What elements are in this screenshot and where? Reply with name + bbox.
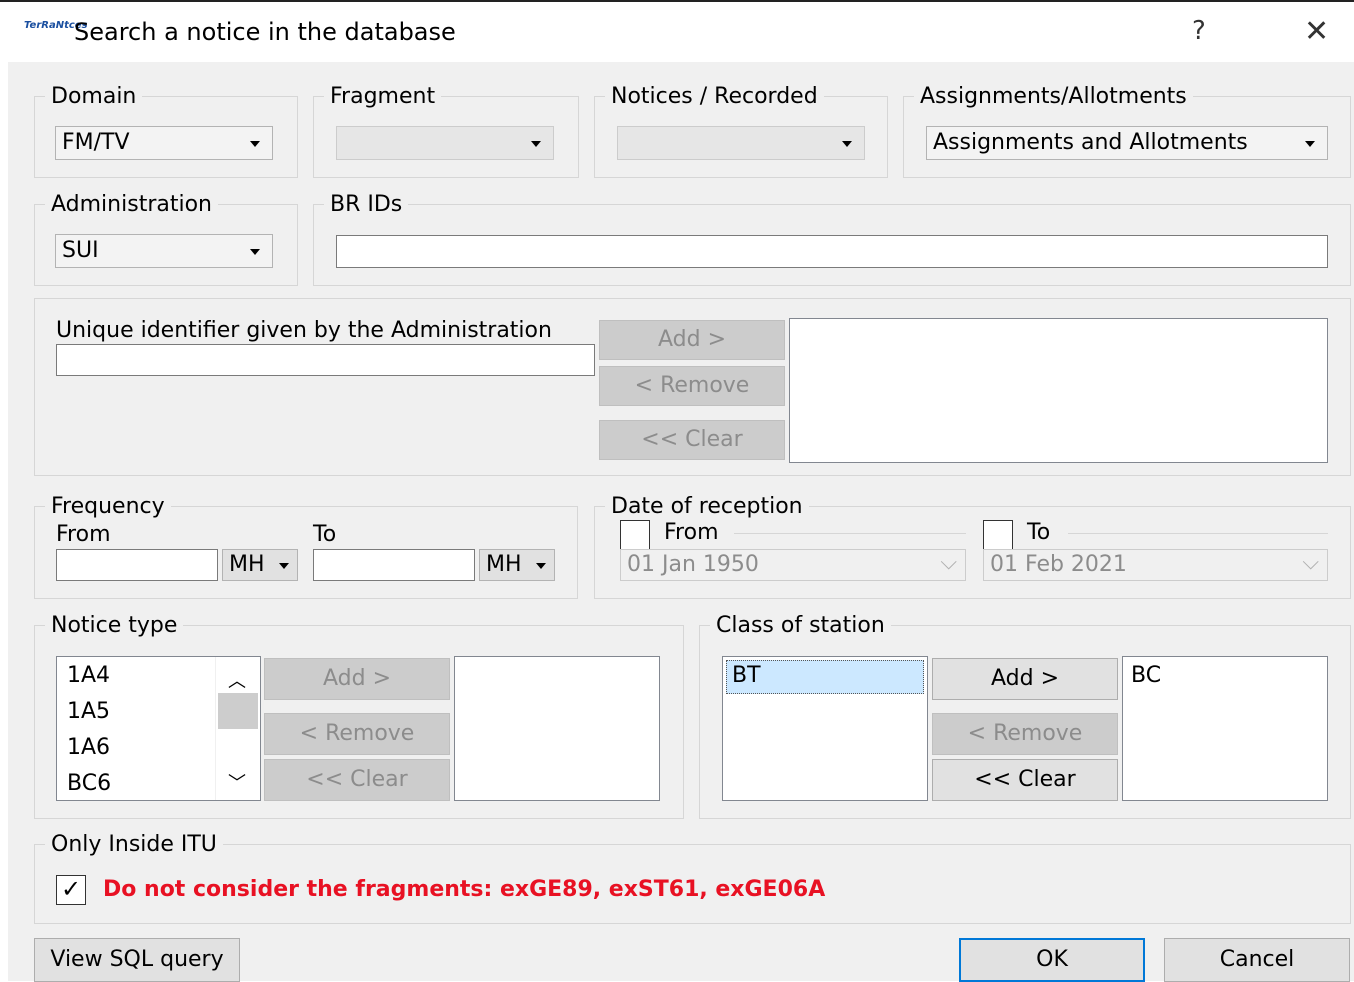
frequency-to-unit: MH bbox=[486, 552, 522, 577]
close-button[interactable]: ✕ bbox=[1304, 14, 1329, 49]
date-from-label: From bbox=[664, 520, 719, 545]
app-icon: TerRaNtces bbox=[24, 20, 88, 31]
dialog-body: Domain FM/TV Fragment Notices / Recorded… bbox=[8, 62, 1354, 982]
scrollbar-thumb[interactable] bbox=[218, 693, 258, 729]
chevron-down-icon bbox=[531, 141, 541, 147]
chevron-down-icon bbox=[536, 563, 546, 569]
notice-type-legend: Notice type bbox=[51, 613, 178, 638]
chevron-up-icon[interactable]: ︿ bbox=[228, 667, 246, 693]
ok-button[interactable]: OK bbox=[959, 938, 1145, 982]
help-button[interactable]: ? bbox=[1192, 16, 1206, 46]
cancel-button[interactable]: Cancel bbox=[1164, 938, 1350, 982]
list-item[interactable]: BT bbox=[726, 660, 924, 694]
chevron-down-icon: ⌵ bbox=[1302, 550, 1319, 575]
chevron-down-icon: ⌵ bbox=[940, 550, 957, 575]
unique-id-add-button[interactable]: Add > bbox=[599, 320, 785, 360]
br-ids-input[interactable] bbox=[336, 235, 1328, 268]
unique-id-remove-button[interactable]: < Remove bbox=[599, 366, 785, 406]
chevron-down-icon bbox=[1305, 141, 1315, 147]
date-from-separator bbox=[734, 533, 966, 534]
chevron-down-icon[interactable]: ﹀ bbox=[228, 769, 246, 795]
only-inside-itu-checkbox[interactable]: ✓ bbox=[56, 875, 86, 905]
class-of-station-remove-button[interactable]: < Remove bbox=[932, 713, 1118, 755]
chevron-down-icon bbox=[842, 141, 852, 147]
date-to-checkbox[interactable] bbox=[983, 520, 1013, 550]
chevron-down-icon bbox=[250, 249, 260, 255]
unique-id-list[interactable] bbox=[789, 318, 1328, 463]
administration-select[interactable]: SUI bbox=[55, 234, 273, 268]
title-bar: TerRaNtces Search a notice in the databa… bbox=[0, 0, 1354, 62]
frequency-from-label: From bbox=[56, 522, 111, 547]
list-item[interactable]: BC6 bbox=[67, 771, 111, 796]
frequency-group: Frequency bbox=[34, 494, 578, 599]
date-of-reception-legend: Date of reception bbox=[611, 494, 803, 519]
class-of-station-selected-list[interactable]: BC bbox=[1122, 656, 1328, 801]
date-from-picker[interactable]: 01 Jan 1950 ⌵ bbox=[620, 549, 966, 581]
notice-type-remove-button[interactable]: < Remove bbox=[264, 713, 450, 755]
administration-value: SUI bbox=[62, 238, 99, 263]
date-to-picker[interactable]: 01 Feb 2021 ⌵ bbox=[983, 549, 1328, 581]
date-to-value: 01 Feb 2021 bbox=[990, 552, 1127, 577]
date-from-value: 01 Jan 1950 bbox=[627, 552, 759, 577]
assignments-value: Assignments and Allotments bbox=[933, 130, 1248, 155]
only-inside-itu-legend: Only Inside ITU bbox=[51, 832, 217, 857]
assignments-select[interactable]: Assignments and Allotments bbox=[926, 126, 1328, 160]
list-item-label: BT bbox=[732, 663, 761, 688]
domain-value: FM/TV bbox=[62, 130, 130, 155]
notice-type-selected-list[interactable] bbox=[454, 656, 660, 801]
notice-type-clear-button[interactable]: << Clear bbox=[264, 759, 450, 801]
br-ids-legend: BR IDs bbox=[330, 192, 403, 217]
notice-type-available-list[interactable]: 1A4 1A5 1A6 BC6 ︿ ﹀ bbox=[56, 656, 261, 801]
frequency-legend: Frequency bbox=[51, 494, 165, 519]
unique-id-clear-button[interactable]: << Clear bbox=[599, 420, 785, 460]
frequency-to-unit-select[interactable]: MH bbox=[479, 549, 555, 581]
class-of-station-clear-button[interactable]: << Clear bbox=[932, 759, 1118, 801]
chevron-down-icon bbox=[250, 141, 260, 147]
scrollbar[interactable]: ︿ ﹀ bbox=[215, 657, 260, 800]
view-sql-query-button[interactable]: View SQL query bbox=[34, 938, 240, 982]
list-item[interactable]: BC bbox=[1131, 663, 1161, 688]
date-of-reception-group: Date of reception bbox=[594, 494, 1351, 599]
list-item[interactable]: 1A4 bbox=[67, 663, 110, 688]
window-title: Search a notice in the database bbox=[74, 18, 456, 46]
notice-type-add-button[interactable]: Add > bbox=[264, 658, 450, 700]
frequency-from-input[interactable] bbox=[56, 549, 218, 581]
list-item[interactable]: 1A6 bbox=[67, 735, 110, 760]
frequency-from-unit-select[interactable]: MH bbox=[222, 549, 298, 581]
unique-id-label: Unique identifier given by the Administr… bbox=[56, 318, 552, 343]
notices-recorded-legend: Notices / Recorded bbox=[611, 84, 818, 109]
assignments-legend: Assignments/Allotments bbox=[920, 84, 1187, 109]
fragment-select[interactable] bbox=[336, 126, 554, 160]
class-of-station-legend: Class of station bbox=[716, 613, 885, 638]
class-of-station-add-button[interactable]: Add > bbox=[932, 658, 1118, 700]
frequency-from-unit: MH bbox=[229, 552, 265, 577]
date-to-label: To bbox=[1027, 520, 1051, 545]
date-from-checkbox[interactable] bbox=[620, 520, 650, 550]
only-inside-itu-label: Do not consider the fragments: exGE89, e… bbox=[103, 877, 826, 902]
fragment-legend: Fragment bbox=[330, 84, 436, 109]
list-item[interactable]: 1A5 bbox=[67, 699, 110, 724]
administration-legend: Administration bbox=[51, 192, 212, 217]
domain-select[interactable]: FM/TV bbox=[55, 126, 273, 160]
frequency-to-label: To bbox=[313, 522, 337, 547]
unique-id-input[interactable] bbox=[56, 344, 595, 376]
class-of-station-available-list[interactable]: BT bbox=[722, 656, 928, 801]
domain-legend: Domain bbox=[51, 84, 137, 109]
chevron-down-icon bbox=[279, 563, 289, 569]
notices-recorded-select[interactable] bbox=[617, 126, 865, 160]
date-to-separator bbox=[1068, 533, 1328, 534]
frequency-to-input[interactable] bbox=[313, 549, 475, 581]
